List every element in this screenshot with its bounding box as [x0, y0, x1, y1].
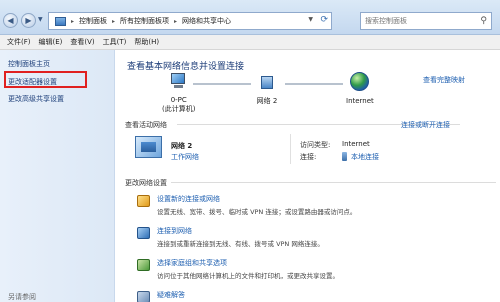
sidebar: 控制面板主页 更改适配器设置 更改高级共享设置 [0, 50, 115, 302]
recent-pages-dropdown-icon[interactable]: ▼ [38, 16, 43, 23]
full-map-link[interactable]: 查看完整映射 [423, 75, 465, 85]
change-settings-heading: 更改网络设置 [125, 179, 167, 187]
task-description: 连接到或重新连接到无线、有线、拨号或 VPN 网络连接。 [157, 240, 324, 248]
control-panel-icon [55, 16, 66, 26]
connect-network-icon [137, 227, 150, 239]
work-network-icon[interactable] [135, 136, 162, 158]
breadcrumb-network-center[interactable]: 网络和共享中心 [182, 16, 231, 26]
back-arrow-icon: ◀ [7, 16, 14, 25]
divider [171, 182, 496, 183]
task-title[interactable]: 疑难解答 [157, 290, 185, 300]
page-title: 查看基本网络信息并设置连接 [127, 62, 245, 72]
sidebar-item-home[interactable]: 控制面板主页 [8, 59, 50, 69]
local-connection-link[interactable]: 本地连接 [351, 152, 379, 162]
address-bar: ◀ ▶ ▼ ▸ 控制面板 ▸ 所有控制面板项 ▸ 网络和共享中心 ▼ ⟳ ⚲ [0, 0, 500, 35]
menu-edit[interactable]: 编辑(E) [39, 37, 63, 47]
local-connection-icon [342, 152, 347, 161]
search-icon[interactable]: ⚲ [480, 16, 487, 26]
globe-icon [350, 72, 370, 91]
chevron-right-icon[interactable]: ▸ [71, 18, 74, 25]
breadcrumb-all-items[interactable]: 所有控制面板项 [120, 16, 169, 26]
divider [290, 134, 291, 164]
homegroup-icon [137, 259, 150, 271]
active-network-name: 网络 2 [171, 142, 193, 150]
network-name: 网络 2 [256, 97, 278, 105]
search-box[interactable]: ⚲ [360, 12, 492, 30]
sidebar-item-advanced-sharing[interactable]: 更改高级共享设置 [8, 94, 64, 104]
computer-sub: (此计算机) [162, 105, 196, 113]
menu-help[interactable]: 帮助(H) [134, 37, 159, 47]
chevron-right-icon[interactable]: ▸ [112, 18, 115, 25]
sidebar-item-adapter-settings[interactable]: 更改适配器设置 [8, 77, 57, 87]
menu-view[interactable]: 查看(V) [70, 37, 94, 47]
back-button[interactable]: ◀ [3, 13, 18, 28]
task-title[interactable]: 设置新的连接或网络 [157, 194, 220, 204]
task-description: 设置无线、宽带、拨号、临时或 VPN 连接；或设置路由器或访问点。 [157, 208, 357, 216]
active-networks-heading: 查看活动网络 [125, 121, 167, 129]
map-connector [193, 83, 251, 85]
task-title[interactable]: 连接到网络 [157, 226, 192, 236]
address-field[interactable]: ▸ 控制面板 ▸ 所有控制面板项 ▸ 网络和共享中心 ▼ ⟳ [48, 12, 332, 30]
network-type-link[interactable]: 工作网络 [171, 152, 199, 162]
task-description: 访问位于其他网络计算机上的文件和打印机，或更改共享设置。 [157, 272, 339, 280]
main-panel: 查看基本网络信息并设置连接 查看完整映射 0-PC (此计算机) 网络 2 In… [115, 50, 500, 302]
troubleshoot-icon [137, 291, 150, 302]
menu-tools[interactable]: 工具(T) [103, 37, 127, 47]
chevron-right-icon[interactable]: ▸ [174, 18, 177, 25]
forward-arrow-icon: ▶ [25, 16, 32, 25]
connect-disconnect-link[interactable]: 连接或断开连接 [401, 120, 450, 130]
map-node-network: 网络 2 [256, 75, 278, 106]
search-input[interactable] [365, 17, 475, 25]
task-title[interactable]: 选择家庭组和共享选项 [157, 258, 227, 268]
new-connection-icon [137, 195, 150, 207]
access-type-label: 访问类型: [300, 141, 331, 149]
network-icon [256, 75, 278, 91]
breadcrumb-control-panel[interactable]: 控制面板 [79, 16, 107, 26]
internet-label: Internet [346, 97, 374, 105]
menu-file[interactable]: 文件(F) [7, 37, 31, 47]
access-type-value: Internet [342, 140, 370, 148]
connections-label: 连接: [300, 153, 317, 161]
menu-bar: 文件(F) 编辑(E) 查看(V) 工具(T) 帮助(H) [0, 35, 500, 50]
map-node-internet: Internet [346, 72, 374, 106]
computer-name: 0-PC [170, 96, 187, 104]
map-node-computer: 0-PC (此计算机) [162, 73, 195, 114]
forward-button[interactable]: ▶ [21, 13, 36, 28]
computer-icon [168, 73, 190, 90]
refresh-icon[interactable]: ⟳ [320, 15, 328, 25]
see-also-label: 另请参阅 [8, 293, 36, 301]
address-dropdown-icon[interactable]: ▼ [308, 16, 313, 23]
map-connector [285, 83, 343, 85]
